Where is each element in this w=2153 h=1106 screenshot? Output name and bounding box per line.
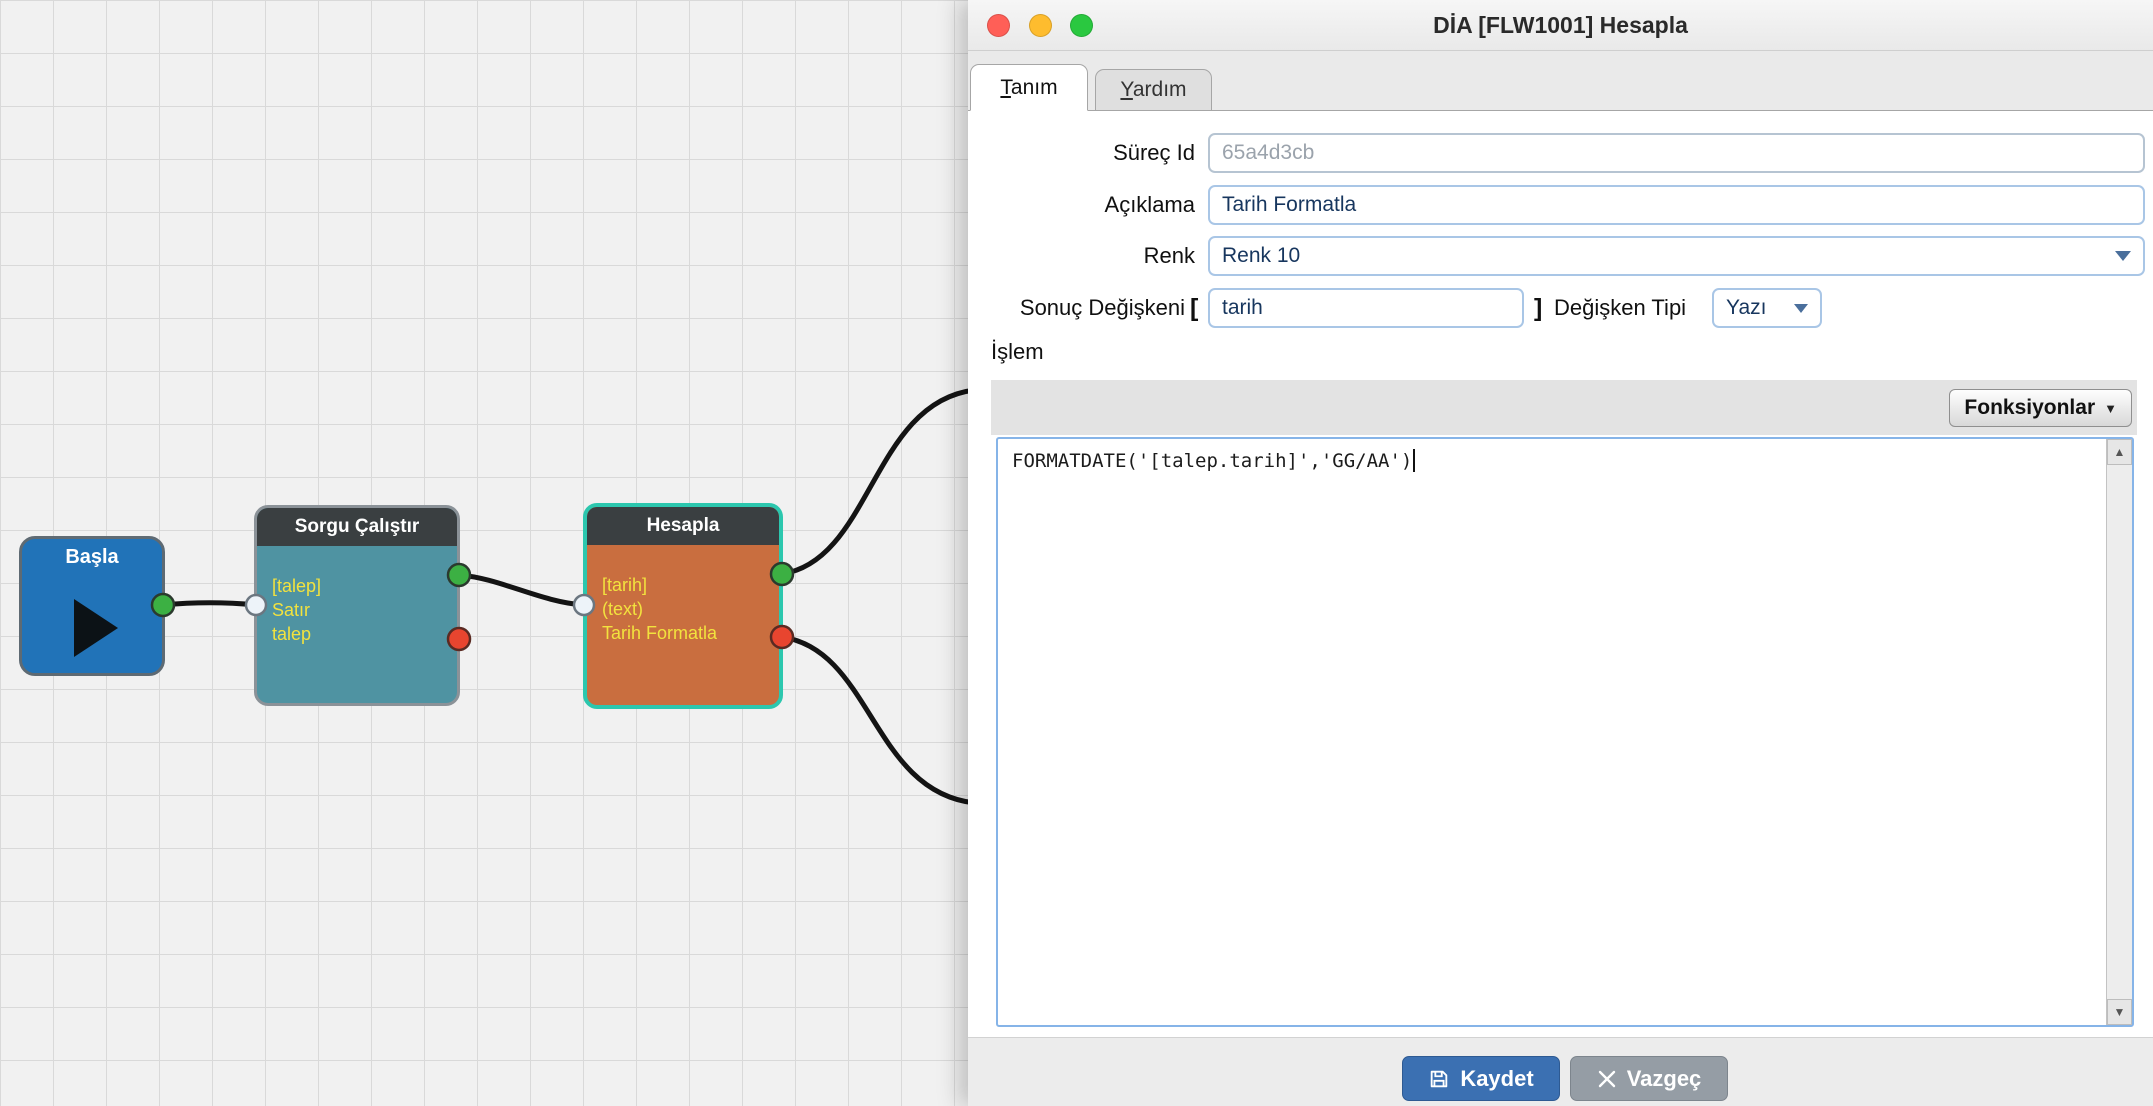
tab-yardim[interactable]: Yardım (1095, 69, 1212, 111)
scroll-up-button[interactable]: ▲ (2107, 439, 2132, 465)
node-sorgu-body: [talep] Satır talep (257, 546, 457, 646)
formula-code: FORMATDATE('[talep.tarih]','GG/AA') (1012, 450, 1412, 472)
tab-strip: Tanım Yardım (968, 51, 2153, 111)
tab-yardim-label: ardım (1133, 78, 1187, 101)
bracket-close: ] (1534, 288, 1542, 328)
window-title: DİA [FLW1001] Hesapla (968, 0, 2153, 50)
play-icon (74, 599, 118, 657)
chevron-down-icon (2115, 251, 2131, 261)
aciklama-input[interactable] (1208, 185, 2145, 225)
tab-tanim[interactable]: Tanım (970, 64, 1088, 111)
edge-hesapla-out-bottom[interactable] (782, 637, 975, 803)
degisken-tipi-label: Değişken Tipi (1554, 288, 1686, 328)
node-line: [tarih] (602, 573, 771, 597)
node-line: talep (272, 622, 449, 646)
scroll-down-button[interactable]: ▼ (2107, 999, 2132, 1025)
node-sorgu-title: Sorgu Çalıştır (257, 508, 457, 546)
surec-id-label: Süreç Id (968, 133, 1195, 173)
node-line: (text) (602, 597, 771, 621)
fonksiyonlar-label: Fonksiyonlar (1964, 396, 2095, 420)
node-sorgu-calistir[interactable]: Sorgu Çalıştır [talep] Satır talep (254, 505, 460, 706)
formula-editor: FORMATDATE('[talep.tarih]','GG/AA') ▲ ▼ (996, 437, 2134, 1027)
renk-select-value: Renk 10 (1222, 244, 1300, 268)
node-line: [talep] (272, 574, 449, 598)
fonksiyonlar-button[interactable]: Fonksiyonlar ▼ (1949, 389, 2132, 427)
formula-editor-text[interactable]: FORMATDATE('[talep.tarih]','GG/AA') (998, 439, 2106, 1025)
node-basla[interactable]: Başla (19, 536, 165, 676)
degisken-tipi-value: Yazı (1726, 296, 1766, 320)
node-line: Tarih Formatla (602, 621, 771, 645)
cancel-button-label: Vazgeç (1627, 1066, 1702, 1092)
save-button-label: Kaydet (1460, 1066, 1533, 1092)
screen: Başla Sorgu Çalıştır [talep] Satır talep… (0, 0, 2153, 1106)
sonuc-degiskeni-label: Sonuç Değişkeni (991, 288, 1185, 328)
text-cursor (1413, 449, 1415, 472)
tab-tanim-mnemonic: T (1000, 76, 1011, 99)
surec-id-input[interactable] (1208, 133, 2145, 173)
tab-yardim-mnemonic: Y (1120, 78, 1132, 101)
node-basla-title: Başla (22, 546, 162, 569)
renk-select[interactable]: Renk 10 (1208, 236, 2145, 276)
chevron-down-icon (1794, 304, 1808, 313)
hesapla-dialog: DİA [FLW1001] Hesapla Tanım Yardım Süreç… (968, 0, 2153, 1106)
dialog-titlebar[interactable]: DİA [FLW1001] Hesapla (968, 0, 2153, 51)
close-icon (1597, 1069, 1617, 1089)
edge-hesapla-out-top[interactable] (782, 390, 975, 574)
tab-tanim-label: anım (1011, 76, 1058, 99)
aciklama-label: Açıklama (968, 185, 1195, 225)
node-hesapla-title: Hesapla (587, 507, 779, 545)
edge-sorgu-to-hesapla[interactable] (459, 575, 584, 605)
cancel-button[interactable]: Vazgeç (1570, 1056, 1728, 1101)
chevron-down-icon: ▼ (2104, 401, 2117, 416)
node-hesapla[interactable]: Hesapla [tarih] (text) Tarih Formatla (583, 503, 783, 709)
dialog-footer: Kaydet Vazgeç (968, 1037, 2153, 1106)
save-button[interactable]: Kaydet (1402, 1056, 1560, 1101)
degisken-tipi-select[interactable]: Yazı (1712, 288, 1822, 328)
node-hesapla-body: [tarih] (text) Tarih Formatla (587, 545, 779, 645)
save-icon (1428, 1068, 1450, 1090)
bracket-open: [ (1190, 288, 1198, 328)
edge-basla-to-sorgu[interactable] (163, 603, 256, 605)
islem-toolbar: Fonksiyonlar ▼ (991, 380, 2137, 435)
renk-label: Renk (968, 236, 1195, 276)
islem-label: İşlem (991, 339, 1044, 365)
node-line: Satır (272, 598, 449, 622)
sonuc-degiskeni-input[interactable] (1208, 288, 1524, 328)
vertical-scrollbar[interactable]: ▲ ▼ (2106, 439, 2132, 1025)
